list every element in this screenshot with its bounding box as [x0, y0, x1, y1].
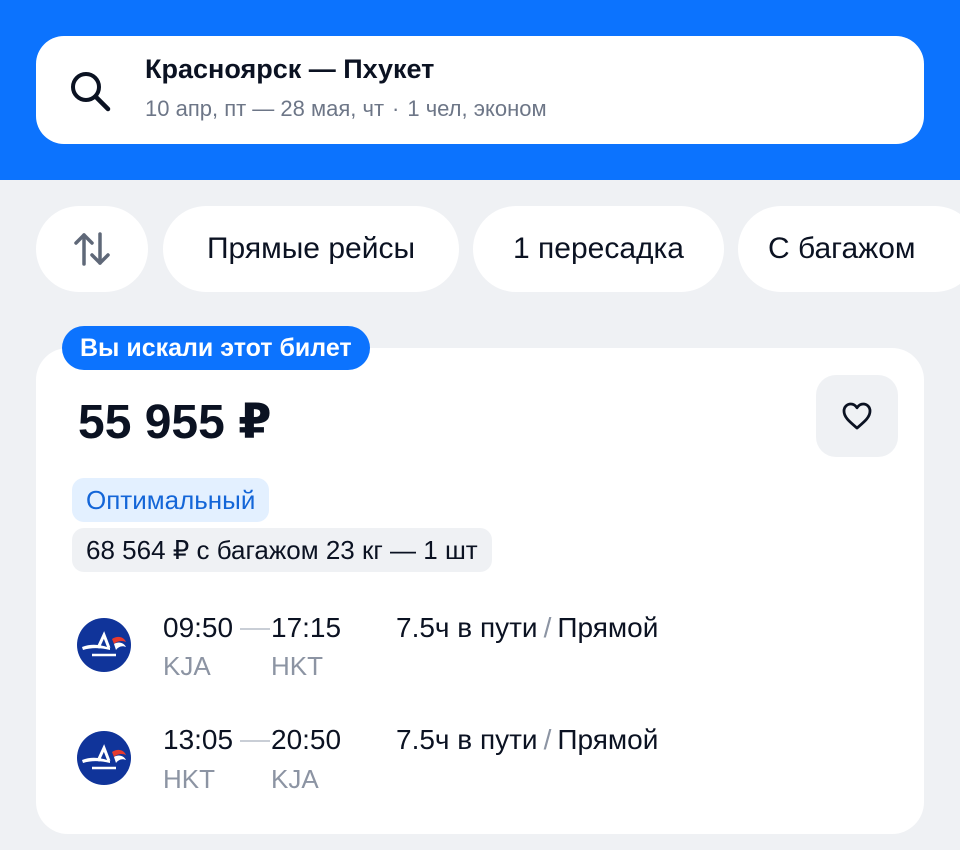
passengers-class: 1 чел, эконом — [407, 96, 547, 121]
ticket-price: 55 955 ₽ — [78, 396, 272, 449]
segment-1-type: Прямой — [557, 612, 659, 643]
segment-1-duration: 7.5ч в пути — [396, 612, 538, 643]
segment-1-info: 7.5ч в пути / Прямой — [396, 612, 658, 644]
filter-with-baggage[interactable]: С багажом — [738, 206, 960, 292]
segment-2-type: Прямой — [557, 724, 659, 755]
search-icon[interactable] — [68, 69, 112, 113]
travel-dates: 10 апр, пт — 28 мая, чт — [145, 96, 385, 121]
aeroflot-logo — [77, 618, 131, 672]
optimal-tag: Оптимальный — [72, 478, 270, 522]
segment-2-depart-time: 13:05 — [163, 724, 234, 755]
segment-1-depart-code: KJA — [163, 651, 211, 681]
segment-2-arrive-time: 20:50 — [271, 724, 342, 755]
sort-arrows-icon — [74, 232, 110, 266]
segment-1-depart-time: 09:50 — [163, 612, 234, 643]
search-bar[interactable] — [36, 36, 924, 144]
filter-direct-flights[interactable]: Прямые рейсы — [163, 206, 459, 292]
segment-2-arrive-code: KJA — [271, 764, 319, 794]
segment-1-dash — [240, 628, 270, 630]
route-title: Красноярск — Пхукет — [145, 54, 435, 84]
segment-2-info: 7.5ч в пути / Прямой — [396, 724, 658, 756]
heart-icon — [842, 402, 872, 430]
segment-1-arrive-code: HKT — [271, 651, 323, 681]
favorite-button[interactable] — [816, 375, 898, 457]
segment-2-duration: 7.5ч в пути — [396, 724, 538, 755]
separator-dot: · — [392, 96, 400, 121]
baggage-price-tag: 68 564 ₽ с багажом 23 кг — 1 шт — [72, 528, 492, 572]
aeroflot-logo — [77, 731, 131, 785]
searched-ticket-badge: Вы искали этот билет — [62, 326, 370, 370]
segment-2-slash: / — [543, 724, 552, 755]
filter-one-transfer[interactable]: 1 пересадка — [473, 206, 724, 292]
segment-2-depart-code: HKT — [163, 764, 215, 794]
sort-button[interactable] — [36, 206, 148, 292]
segment-1-slash: / — [543, 612, 552, 643]
route-subtitle: 10 апр, пт — 28 мая, чт · 1 чел, эконом — [145, 96, 547, 122]
segment-1-arrive-time: 17:15 — [271, 612, 342, 643]
segment-2-dash — [240, 740, 270, 742]
